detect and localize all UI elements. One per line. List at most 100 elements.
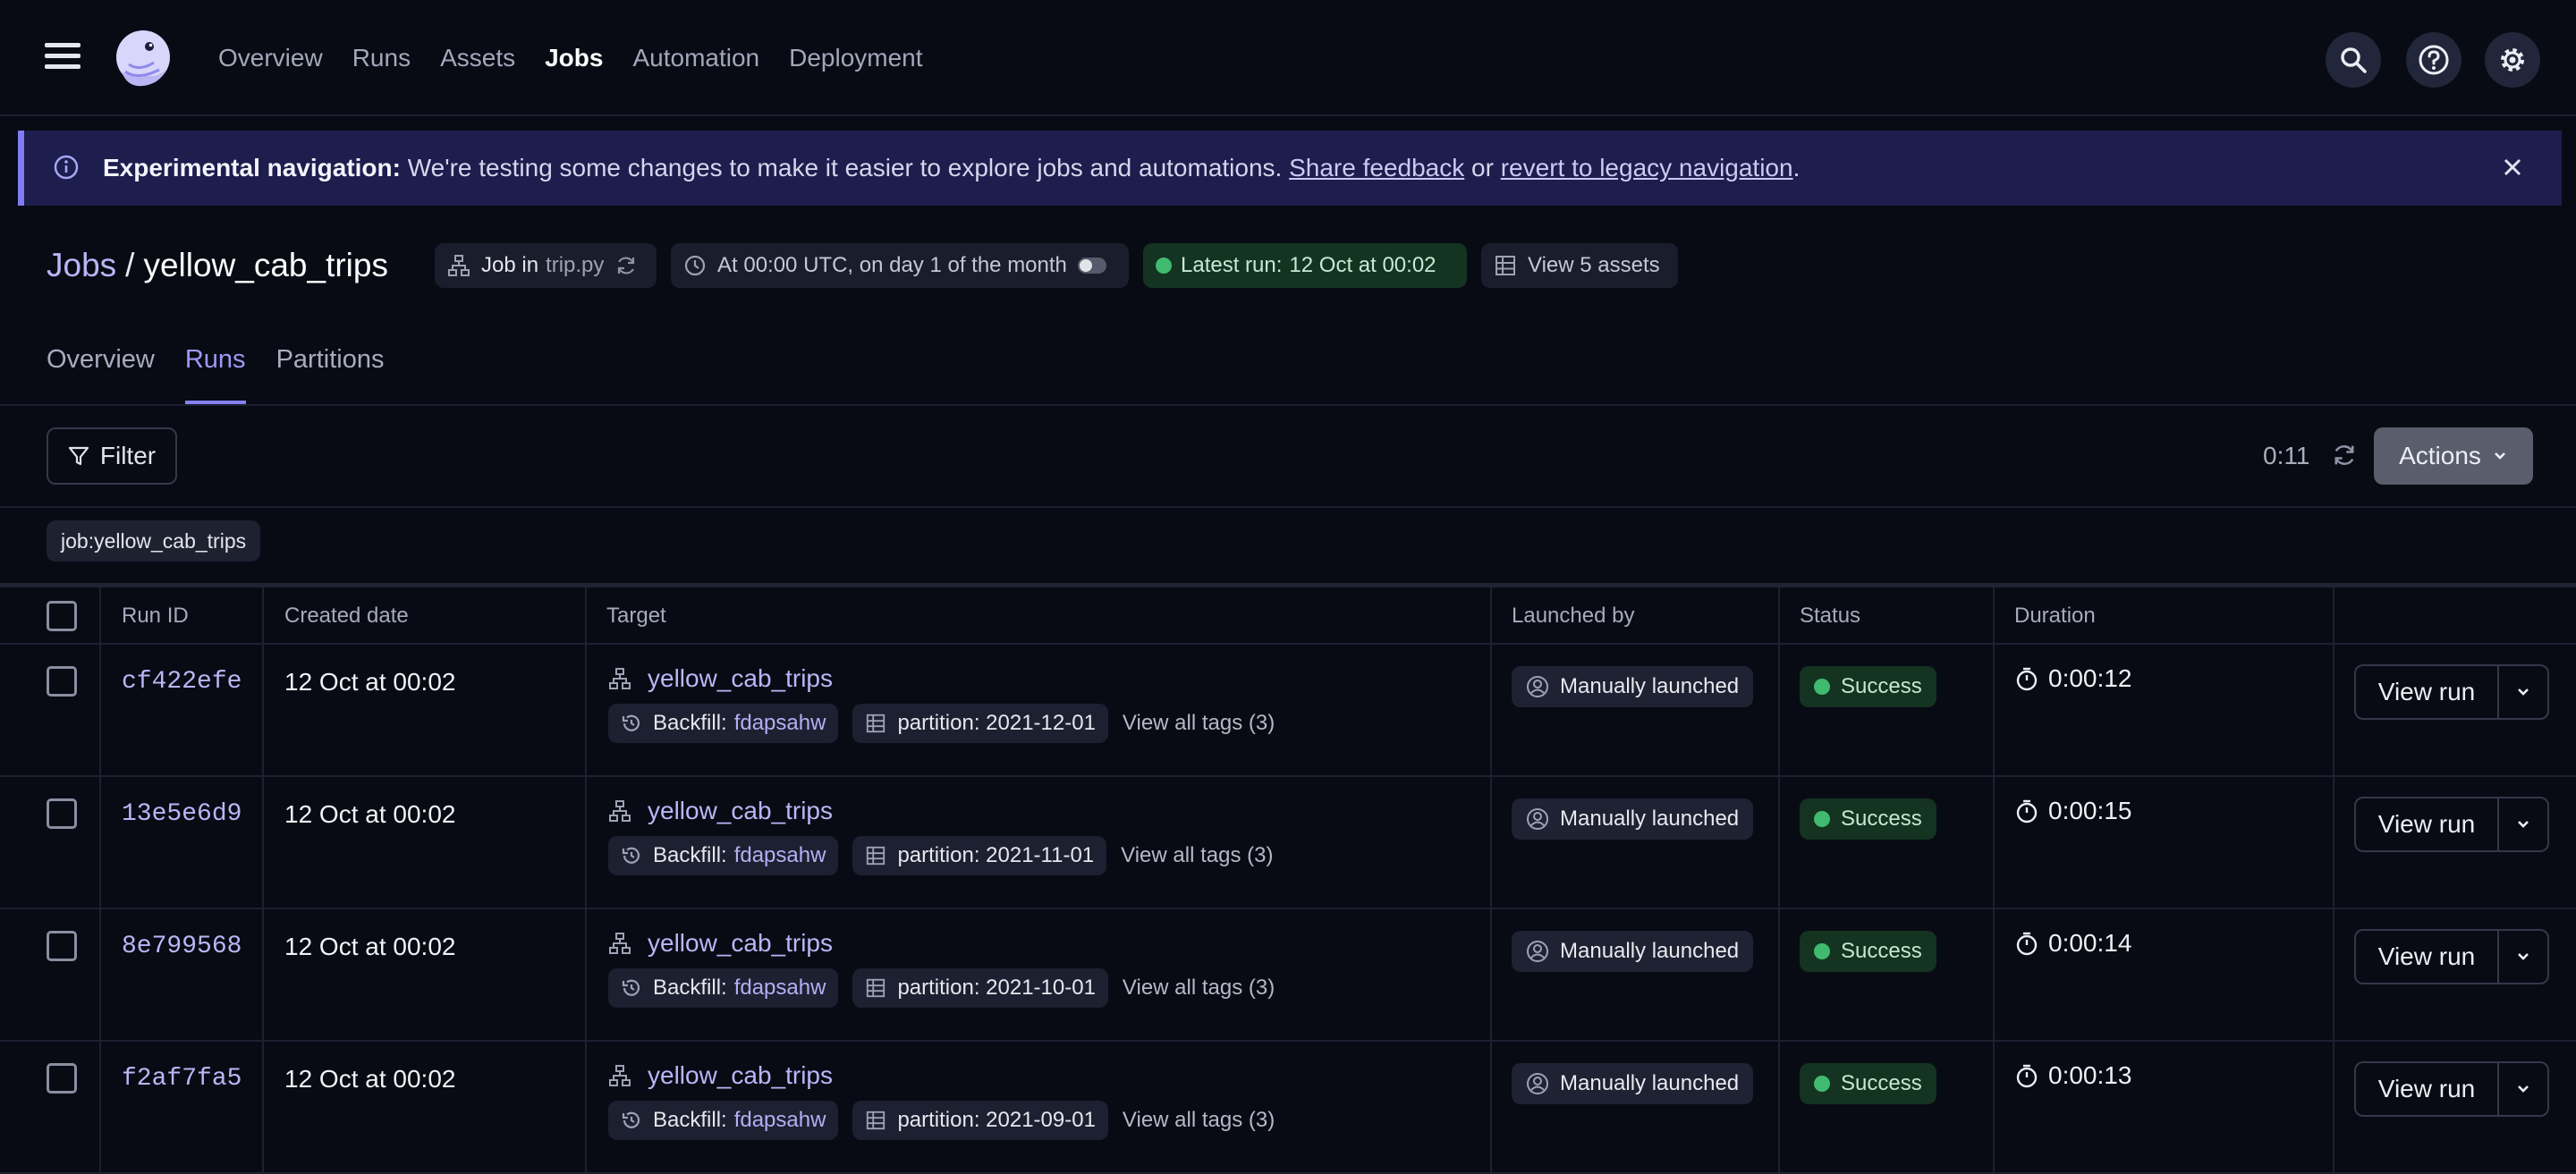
select-all-checkbox[interactable] [47,601,77,631]
tab-partitions[interactable]: Partitions [276,338,385,404]
run-menu-dropdown[interactable] [2499,1063,2547,1115]
view-all-tags-link[interactable]: View all tags (3) [1121,843,1273,868]
backfill-icon [622,1111,640,1128]
partition-value: partition: 2021-10-01 [897,976,1096,1000]
view-run-button[interactable]: View run [2356,798,2499,850]
chevron-down-icon [2518,1085,2529,1093]
target-job-link[interactable]: yellow_cab_trips [648,664,833,693]
partition-tag[interactable]: partition: 2021-11-01 [852,836,1107,875]
backfill-id[interactable]: fdapsahw [734,843,826,868]
status-badge: Success [1800,798,1936,840]
chevron-down-icon [2518,821,2529,828]
status-text: Success [1841,674,1922,698]
partition-tag[interactable]: partition: 2021-10-01 [852,968,1108,1008]
row-checkbox[interactable] [47,666,77,697]
header-status: Status [1800,604,1861,628]
actions-button[interactable]: Actions [2374,427,2533,485]
share-feedback-link[interactable]: Share feedback [1289,154,1464,182]
row-checkbox[interactable] [47,798,77,829]
job-graph-icon [609,668,631,689]
run-menu-dropdown[interactable] [2499,666,2547,718]
nav-assets[interactable]: Assets [440,39,515,77]
header-created-date[interactable]: Created date [284,587,409,643]
target-job-link[interactable]: yellow_cab_trips [648,797,833,825]
run-menu-dropdown[interactable] [2499,931,2547,983]
column-divider [1778,645,1780,775]
view-run-button[interactable]: View run [2356,931,2499,983]
nav-jobs[interactable]: Jobs [545,39,603,77]
banner-title: Experimental navigation: [103,154,401,182]
active-filter-tag[interactable]: job:yellow_cab_trips [47,520,261,562]
tab-runs[interactable]: Runs [184,338,246,404]
backfill-tag[interactable]: Backfill: fdapsahw [608,968,839,1008]
view-run-group: View run [2354,929,2549,984]
partition-tag[interactable]: partition: 2021-12-01 [852,704,1108,743]
view-assets-chip[interactable]: View 5 assets [1481,243,1678,288]
nav-automation[interactable]: Automation [632,39,759,77]
launched-by-text: Manually launched [1560,1071,1740,1095]
view-all-tags-link[interactable]: View all tags (3) [1123,1108,1275,1133]
dagster-logo[interactable] [109,25,177,93]
timer-icon [2016,932,2038,956]
view-all-tags-link[interactable]: View all tags (3) [1123,711,1275,736]
backfill-tag[interactable]: Backfill: fdapsahw [608,836,839,875]
partition-tag[interactable]: partition: 2021-09-01 [852,1101,1108,1140]
target-job-link[interactable]: yellow_cab_trips [648,1061,833,1090]
backfill-id[interactable]: fdapsahw [734,711,826,736]
column-divider [1490,777,1492,908]
view-run-button[interactable]: View run [2356,1063,2499,1115]
search-button[interactable] [2326,32,2381,88]
latest-run-chip[interactable]: Latest run: 12 Oct at 00:02 [1143,243,1467,288]
backfill-tag[interactable]: Backfill: fdapsahw [608,1101,839,1140]
revert-legacy-navigation-link[interactable]: revert to legacy navigation [1501,154,1793,182]
schedule-toggle[interactable] [1077,258,1106,274]
nav-deployment[interactable]: Deployment [789,39,922,77]
experimental-navigation-banner: Experimental navigation: We're testing s… [18,131,2562,206]
target-job-link[interactable]: yellow_cab_trips [648,929,833,958]
row-checkbox[interactable] [47,1063,77,1094]
job-in-label: Job in [481,253,539,277]
refresh-icon[interactable] [2331,442,2358,469]
filter-button[interactable]: Filter [47,427,177,485]
refresh-icon[interactable] [614,254,638,277]
launched-by-text: Manually launched [1560,674,1740,698]
run-id-link[interactable]: 8e799568 [122,933,242,960]
row-checkbox[interactable] [47,931,77,961]
banner-or: or [1464,154,1501,182]
run-id-link[interactable]: 13e5e6d9 [122,800,242,828]
column-divider [262,777,264,908]
job-file-link[interactable]: trip.py [546,253,604,278]
run-id-link[interactable]: cf422efe [122,668,242,696]
column-divider [99,645,101,775]
created-date: 12 Oct at 00:02 [284,668,456,696]
tab-overview[interactable]: Overview [47,338,155,404]
breadcrumb-jobs[interactable]: Jobs [47,247,116,284]
column-divider [2333,1042,2334,1172]
view-run-button[interactable]: View run [2356,666,2499,718]
run-id-link[interactable]: f2af7fa5 [122,1065,242,1093]
launched-by-chip: Manually launched [1512,798,1754,840]
menu-icon[interactable] [45,43,80,73]
view-all-tags-link[interactable]: View all tags (3) [1123,976,1275,1001]
target-cell: yellow_cab_trips Backfill: fdapsahw part… [608,664,1275,743]
column-divider [1993,645,1995,775]
backfill-id[interactable]: fdapsahw [734,976,826,1001]
backfill-id[interactable]: fdapsahw [734,1108,826,1133]
column-divider [99,587,101,643]
help-button[interactable] [2406,32,2462,88]
target-cell: yellow_cab_trips Backfill: fdapsahw part… [608,929,1275,1008]
user-icon [1527,1073,1548,1094]
nav-runs[interactable]: Runs [352,39,411,77]
settings-button[interactable] [2485,32,2540,88]
backfill-tag[interactable]: Backfill: fdapsahw [608,704,839,743]
user-icon [1527,676,1548,697]
close-icon[interactable] [2499,154,2526,181]
run-menu-dropdown[interactable] [2499,798,2547,850]
nav-overview[interactable]: Overview [218,39,323,77]
backfill-label: Backfill: [653,1108,727,1132]
page-title: Jobs / yellow_cab_trips [47,243,388,288]
backfill-icon [622,847,640,864]
header-run-id[interactable]: Run ID [122,587,189,643]
user-icon [1527,808,1548,830]
partition-value: partition: 2021-09-01 [897,1108,1096,1132]
